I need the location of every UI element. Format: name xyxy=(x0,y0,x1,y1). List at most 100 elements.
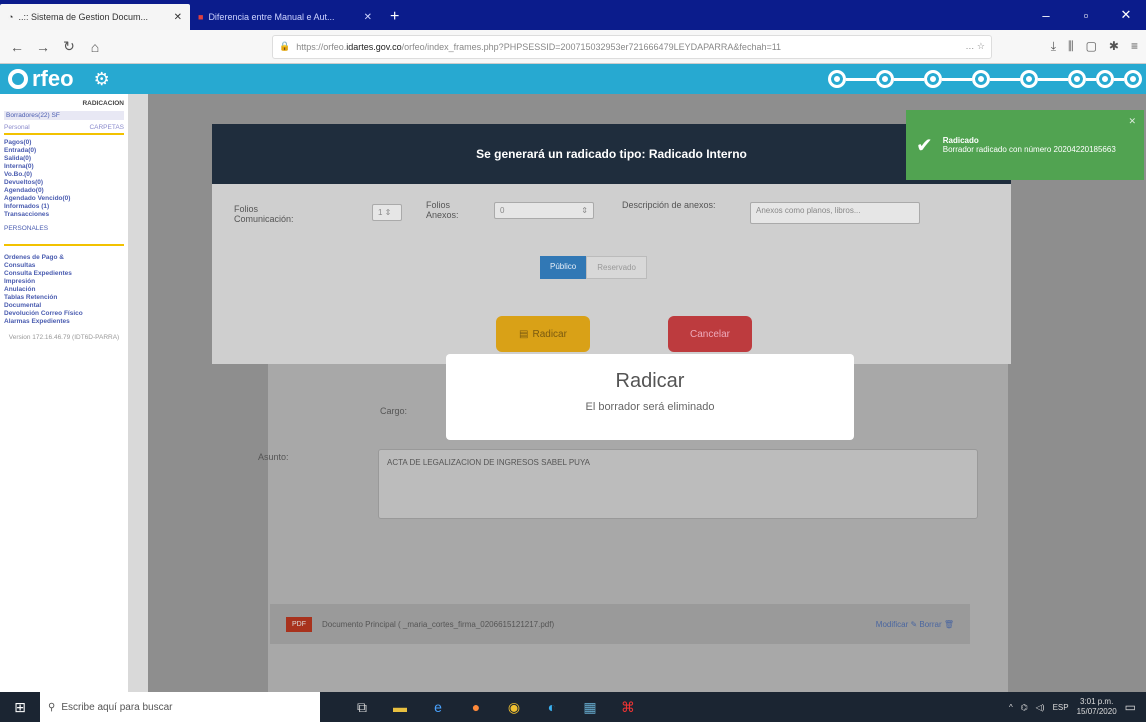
step-icon[interactable] xyxy=(1096,70,1114,88)
chrome-icon[interactable]: ◉ xyxy=(502,699,526,716)
sidebar-item[interactable]: Agendado(0) xyxy=(4,187,124,195)
step-icon[interactable] xyxy=(972,70,990,88)
sidebar-link[interactable]: Consultas xyxy=(4,262,124,270)
download-icon[interactable]: ⤓ xyxy=(1051,39,1056,54)
new-tab-button[interactable]: + xyxy=(380,8,409,30)
windows-start-icon[interactable]: ⊞ xyxy=(0,699,40,716)
asunto-textarea[interactable]: ACTA DE LEGALIZACION DE INGRESOS SABEL P… xyxy=(378,449,978,519)
tab-diferencia[interactable]: ■ Diferencia entre Manual e Aut... ✕ xyxy=(190,4,380,30)
success-toast[interactable]: ✔ Radicado Borrador radicado con número … xyxy=(906,110,1144,180)
sidebar-item[interactable]: Transacciones xyxy=(4,211,124,219)
sidebar-item[interactable]: Vo.Bo.(0) xyxy=(4,171,124,179)
reservado-option[interactable]: Reservado xyxy=(586,256,647,279)
system-tray: ^ ⌬ ◁) ESP 3:01 p.m. 15/07/2020 ▭ xyxy=(1009,697,1146,717)
screen: ◔ ..:: Sistema de Gestion Docum... ✕ ■ D… xyxy=(0,0,1146,722)
firefox-icon[interactable]: ● xyxy=(464,699,488,716)
step-icon[interactable] xyxy=(924,70,942,88)
version-text: Version 172.16.46.79 (IDT6D-PARRA) xyxy=(8,334,120,341)
sidebar-icon[interactable]: ▢ xyxy=(1086,39,1097,54)
network-icon[interactable]: ⌬ xyxy=(1021,703,1028,712)
taskbar-apps: ⧉ ▬ e ● ◉ ◐ ▦ ⌘ xyxy=(350,699,640,716)
minimize-icon[interactable]: – xyxy=(1026,8,1066,23)
publico-option[interactable]: Público xyxy=(540,256,587,279)
bookmark-star-icon[interactable]: … ☆ xyxy=(965,41,985,52)
edge-icon[interactable]: e xyxy=(426,699,450,716)
sidebar-item[interactable]: Informados (1) xyxy=(4,203,124,211)
url-bar[interactable]: 🔒 https://orfeo.idartes.gov.co/orfeo/ind… xyxy=(272,34,992,59)
step-icon[interactable] xyxy=(1124,70,1142,88)
reload-icon[interactable]: ↻ xyxy=(60,38,78,55)
language-indicator[interactable]: ESP xyxy=(1053,703,1069,712)
browser-tabbar: ◔ ..:: Sistema de Gestion Docum... ✕ ■ D… xyxy=(0,0,1146,30)
orfeo-logo: rfeo ⚙ xyxy=(0,66,110,92)
settings-gear-icon[interactable]: ⚙ xyxy=(94,69,110,90)
back-icon[interactable]: ← xyxy=(8,39,26,55)
sidebar-item-borradores[interactable]: Borradores(22) SF xyxy=(4,111,124,120)
pdf-badge: PDF xyxy=(286,616,312,632)
sidebar-link[interactable]: Alarmas Expedientes xyxy=(4,318,124,326)
step-icon[interactable] xyxy=(876,70,894,88)
carpetas-personal[interactable]: Personal xyxy=(4,124,30,131)
sidebar-link[interactable]: Ordenes de Pago & xyxy=(4,254,124,262)
pdf-reader-icon[interactable]: ⌘ xyxy=(616,699,640,716)
library-icon[interactable]: ⫼ xyxy=(1068,39,1074,54)
cancelar-button[interactable]: Cancelar xyxy=(668,316,752,352)
maximize-icon[interactable]: ▫ xyxy=(1066,8,1106,23)
step-icon[interactable] xyxy=(828,70,846,88)
lock-icon: 🔒 xyxy=(279,41,291,51)
close-icon[interactable]: ✕ xyxy=(364,12,372,23)
clock-date: 15/07/2020 xyxy=(1076,707,1117,716)
header-steps xyxy=(828,70,1146,88)
store-icon[interactable]: ▦ xyxy=(578,699,602,716)
file-explorer-icon[interactable]: ▬ xyxy=(388,699,412,716)
descripcion-anexos-input[interactable]: Anexos como planos, libros... xyxy=(750,202,920,224)
sidebar-link[interactable]: Documental xyxy=(4,302,124,310)
carpetas-header: Personal CARPETAS xyxy=(4,124,124,135)
forward-icon[interactable]: → xyxy=(34,39,52,55)
close-icon[interactable]: ✕ xyxy=(174,12,182,23)
notification-icon[interactable]: ▭ xyxy=(1125,700,1136,714)
sidebar-link[interactable]: Impresión xyxy=(4,278,124,286)
clock[interactable]: 3:01 p.m. 15/07/2020 xyxy=(1077,697,1117,717)
sidebar-item[interactable]: Devueltos(0) xyxy=(4,179,124,187)
home-icon[interactable]: ⌂ xyxy=(86,39,104,55)
folios-anexos-stepper[interactable]: 0 ⇕ xyxy=(494,202,594,219)
carpetas-label: CARPETAS xyxy=(89,124,124,131)
sidebar-link[interactable]: Devolución Correo Físico xyxy=(4,310,124,318)
extension-icon[interactable]: ✱ xyxy=(1109,39,1119,54)
sidebar-item[interactable]: Salida(0) xyxy=(4,155,124,163)
app-header: rfeo ⚙ xyxy=(0,64,1146,94)
sidebar-item[interactable]: Agendado Vencido(0) xyxy=(4,195,124,203)
sidebar-link[interactable]: Anulación xyxy=(4,286,124,294)
asunto-label: Asunto: xyxy=(258,452,289,462)
document-name[interactable]: Documento Principal ( _maria_cortes_firm… xyxy=(322,620,554,629)
document-actions[interactable]: Modificar ✎ Borrar 🗑 xyxy=(876,620,954,629)
close-icon[interactable]: ✕ xyxy=(1128,116,1136,127)
step-icon[interactable] xyxy=(1020,70,1038,88)
search-placeholder: Escribe aquí para buscar xyxy=(61,701,173,713)
sidebar-divider xyxy=(4,244,124,246)
taskbar-search[interactable]: ⚲ Escribe aquí para buscar xyxy=(40,692,320,722)
tray-chevron-icon[interactable]: ^ xyxy=(1009,703,1013,712)
close-window-icon[interactable]: ✕ xyxy=(1106,7,1146,23)
checkmark-icon: ✔ xyxy=(916,134,933,157)
sidebar-item[interactable]: Pagos(0) xyxy=(4,139,124,147)
search-icon: ⚲ xyxy=(48,701,56,713)
sidebar-link[interactable]: Consulta Expedientes xyxy=(4,270,124,278)
sidebar: RADICACION Borradores(22) SF Personal CA… xyxy=(0,94,128,692)
confirm-alert: Radicar El borrador será eliminado xyxy=(446,354,854,440)
radicado-modal: Se generará un radicado tipo: Radicado I… xyxy=(212,124,1011,364)
sidebar-item-personales[interactable]: PERSONALES xyxy=(4,225,124,232)
folios-comunicacion-stepper[interactable]: 1 ⇕ xyxy=(372,204,402,221)
sidebar-link[interactable]: Tablas Retención xyxy=(4,294,124,302)
menu-icon[interactable]: ≡ xyxy=(1131,39,1138,54)
step-icon[interactable] xyxy=(1068,70,1086,88)
tab-sistema-gestion[interactable]: ◔ ..:: Sistema de Gestion Docum... ✕ xyxy=(0,4,190,30)
radicar-button[interactable]: ▤ Radicar xyxy=(496,316,590,352)
browser-icon[interactable]: ◐ xyxy=(540,699,564,716)
section-radicacion: RADICACION xyxy=(82,100,124,107)
sidebar-item[interactable]: Entrada(0) xyxy=(4,147,124,155)
sidebar-item[interactable]: Interna(0) xyxy=(4,163,124,171)
volume-icon[interactable]: ◁) xyxy=(1036,703,1045,712)
task-view-icon[interactable]: ⧉ xyxy=(350,699,374,716)
